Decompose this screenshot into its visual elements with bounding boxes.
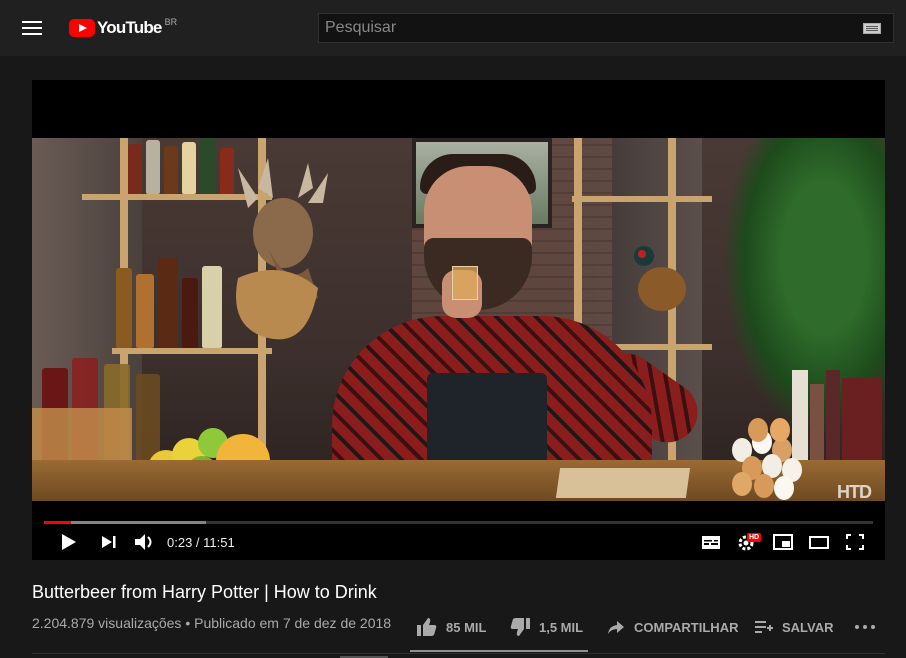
logo-region: BR xyxy=(164,17,178,27)
save-button[interactable]: SALVAR xyxy=(754,617,834,637)
progress-bar[interactable] xyxy=(44,521,873,524)
theater-icon[interactable] xyxy=(808,528,830,556)
search-box xyxy=(318,13,894,43)
volume-icon[interactable] xyxy=(132,528,156,556)
sentiment-bar xyxy=(410,650,588,652)
fullscreen-icon[interactable] xyxy=(844,528,866,556)
save-label: SALVAR xyxy=(782,619,834,635)
video-title: Butterbeer from Harry Potter | How to Dr… xyxy=(32,582,377,602)
divider xyxy=(32,653,885,654)
subtitles-icon[interactable] xyxy=(700,528,722,556)
menu-icon[interactable] xyxy=(22,19,44,37)
video-frame[interactable]: HTD xyxy=(32,138,885,501)
meta-separator: • xyxy=(185,615,191,631)
settings-button[interactable]: HD xyxy=(736,528,762,556)
next-icon[interactable] xyxy=(98,528,120,556)
dislike-button[interactable]: 1,5 MIL xyxy=(509,617,583,637)
logo-text: YouTube xyxy=(97,18,162,37)
miniplayer-icon[interactable] xyxy=(772,528,794,556)
time-display: 0:23 / 11:51 xyxy=(167,535,235,550)
deer-head xyxy=(236,158,328,340)
play-icon[interactable] xyxy=(56,528,80,556)
search-input[interactable] xyxy=(319,14,893,42)
youtube-logo[interactable]: YouTube BR xyxy=(69,17,177,39)
keyboard-icon[interactable] xyxy=(863,23,881,34)
like-count: 85 MIL xyxy=(446,619,487,635)
share-icon xyxy=(608,621,624,634)
masthead: YouTube BR xyxy=(0,0,906,56)
like-button[interactable]: 85 MIL xyxy=(416,617,486,637)
dislike-count: 1,5 MIL xyxy=(539,619,584,635)
view-count: 2.204.879 visualizações xyxy=(32,615,182,631)
publish-date: Publicado em 7 de dez de 2018 xyxy=(194,615,392,631)
dislike-icon xyxy=(510,618,530,636)
youtube-logo-icon xyxy=(69,19,95,37)
share-button[interactable]: COMPARTILHAR xyxy=(606,617,738,637)
channel-watermark[interactable]: HTD xyxy=(837,482,872,501)
video-player[interactable]: HTD 0:23 / 11:51 HD xyxy=(32,80,885,560)
save-icon xyxy=(755,621,773,633)
video-meta: 2.204.879 visualizações • Publicado em 7… xyxy=(32,615,391,631)
more-icon[interactable] xyxy=(854,622,876,632)
progress-played xyxy=(44,521,72,524)
share-label: COMPARTILHAR xyxy=(634,619,739,635)
like-icon xyxy=(417,618,437,636)
hd-badge: HD xyxy=(747,533,762,542)
